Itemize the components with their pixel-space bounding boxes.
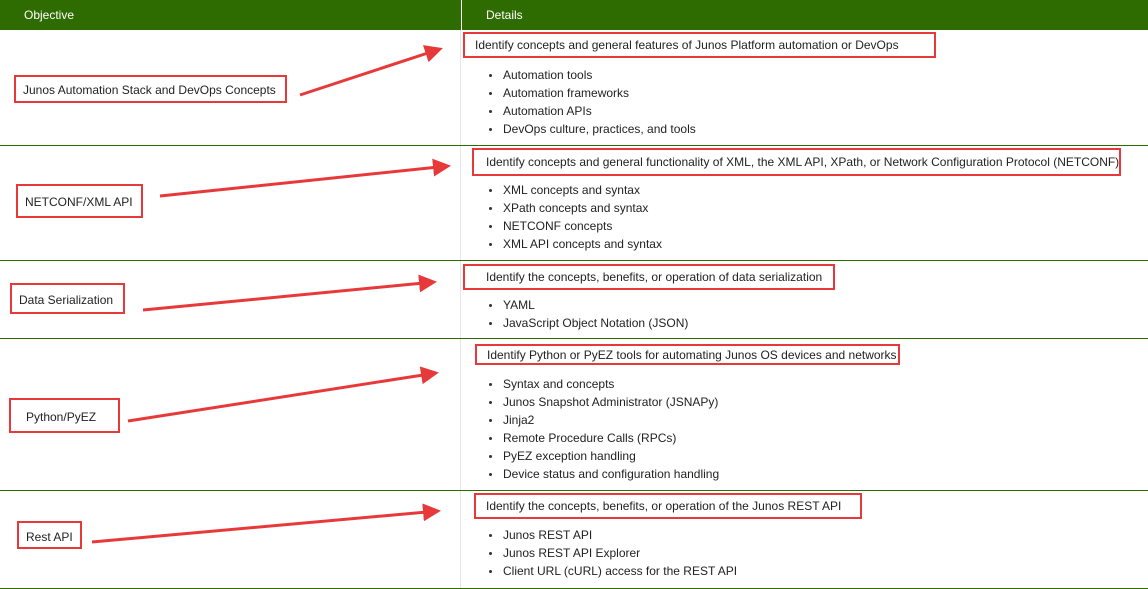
list-item: Device status and configuration handling: [485, 465, 719, 483]
table-header: Objective Details: [0, 0, 1148, 30]
list-item: Client URL (cURL) access for the REST AP…: [485, 562, 737, 580]
list-item: XPath concepts and syntax: [485, 199, 662, 217]
list-item: Junos Snapshot Administrator (JSNAPy): [485, 393, 719, 411]
detail-summary: Identify concepts and general functional…: [472, 148, 1121, 176]
header-details: Details: [461, 0, 1148, 30]
detail-summary: Identify Python or PyEZ tools for automa…: [475, 344, 900, 365]
objective-cell: Junos Automation Stack and DevOps Concep…: [14, 75, 287, 103]
detail-bullet-list: Automation tools Automation frameworks A…: [485, 66, 696, 138]
detail-summary: Identify the concepts, benefits, or oper…: [474, 493, 862, 519]
list-item: Automation APIs: [485, 102, 696, 120]
list-item: XML API concepts and syntax: [485, 235, 662, 253]
column-divider: [460, 30, 461, 145]
table-row: Junos Automation Stack and DevOps Concep…: [0, 30, 1148, 146]
table-row: Data Serialization Identify the concepts…: [0, 261, 1148, 339]
list-item: YAML: [485, 296, 688, 314]
detail-summary: Identify concepts and general features o…: [463, 32, 936, 58]
detail-bullet-list: YAML JavaScript Object Notation (JSON): [485, 296, 688, 332]
objective-cell: Python/PyEZ: [9, 398, 120, 433]
objective-cell: NETCONF/XML API: [16, 184, 143, 218]
list-item: Syntax and concepts: [485, 375, 719, 393]
list-item: Automation tools: [485, 66, 696, 84]
detail-bullet-list: Syntax and concepts Junos Snapshot Admin…: [485, 375, 719, 483]
table-row: NETCONF/XML API Identify concepts and ge…: [0, 146, 1148, 261]
list-item: NETCONF concepts: [485, 217, 662, 235]
detail-bullet-list: Junos REST API Junos REST API Explorer C…: [485, 526, 737, 580]
list-item: Junos REST API Explorer: [485, 544, 737, 562]
list-item: Remote Procedure Calls (RPCs): [485, 429, 719, 447]
column-divider: [460, 146, 461, 260]
list-item: JavaScript Object Notation (JSON): [485, 314, 688, 332]
list-item: XML concepts and syntax: [485, 181, 662, 199]
list-item: DevOps culture, practices, and tools: [485, 120, 696, 138]
column-divider: [460, 261, 461, 338]
list-item: PyEZ exception handling: [485, 447, 719, 465]
column-divider: [460, 491, 461, 588]
table-row: Python/PyEZ Identify Python or PyEZ tool…: [0, 339, 1148, 491]
list-item: Automation frameworks: [485, 84, 696, 102]
header-objective: Objective: [24, 8, 75, 22]
list-item: Jinja2: [485, 411, 719, 429]
detail-summary: Identify the concepts, benefits, or oper…: [463, 264, 835, 290]
objective-cell: Rest API: [17, 521, 82, 549]
detail-bullet-list: XML concepts and syntax XPath concepts a…: [485, 181, 662, 253]
table-row: Rest API Identify the concepts, benefits…: [0, 491, 1148, 589]
objective-cell: Data Serialization: [10, 283, 125, 314]
list-item: Junos REST API: [485, 526, 737, 544]
column-divider: [460, 339, 461, 490]
